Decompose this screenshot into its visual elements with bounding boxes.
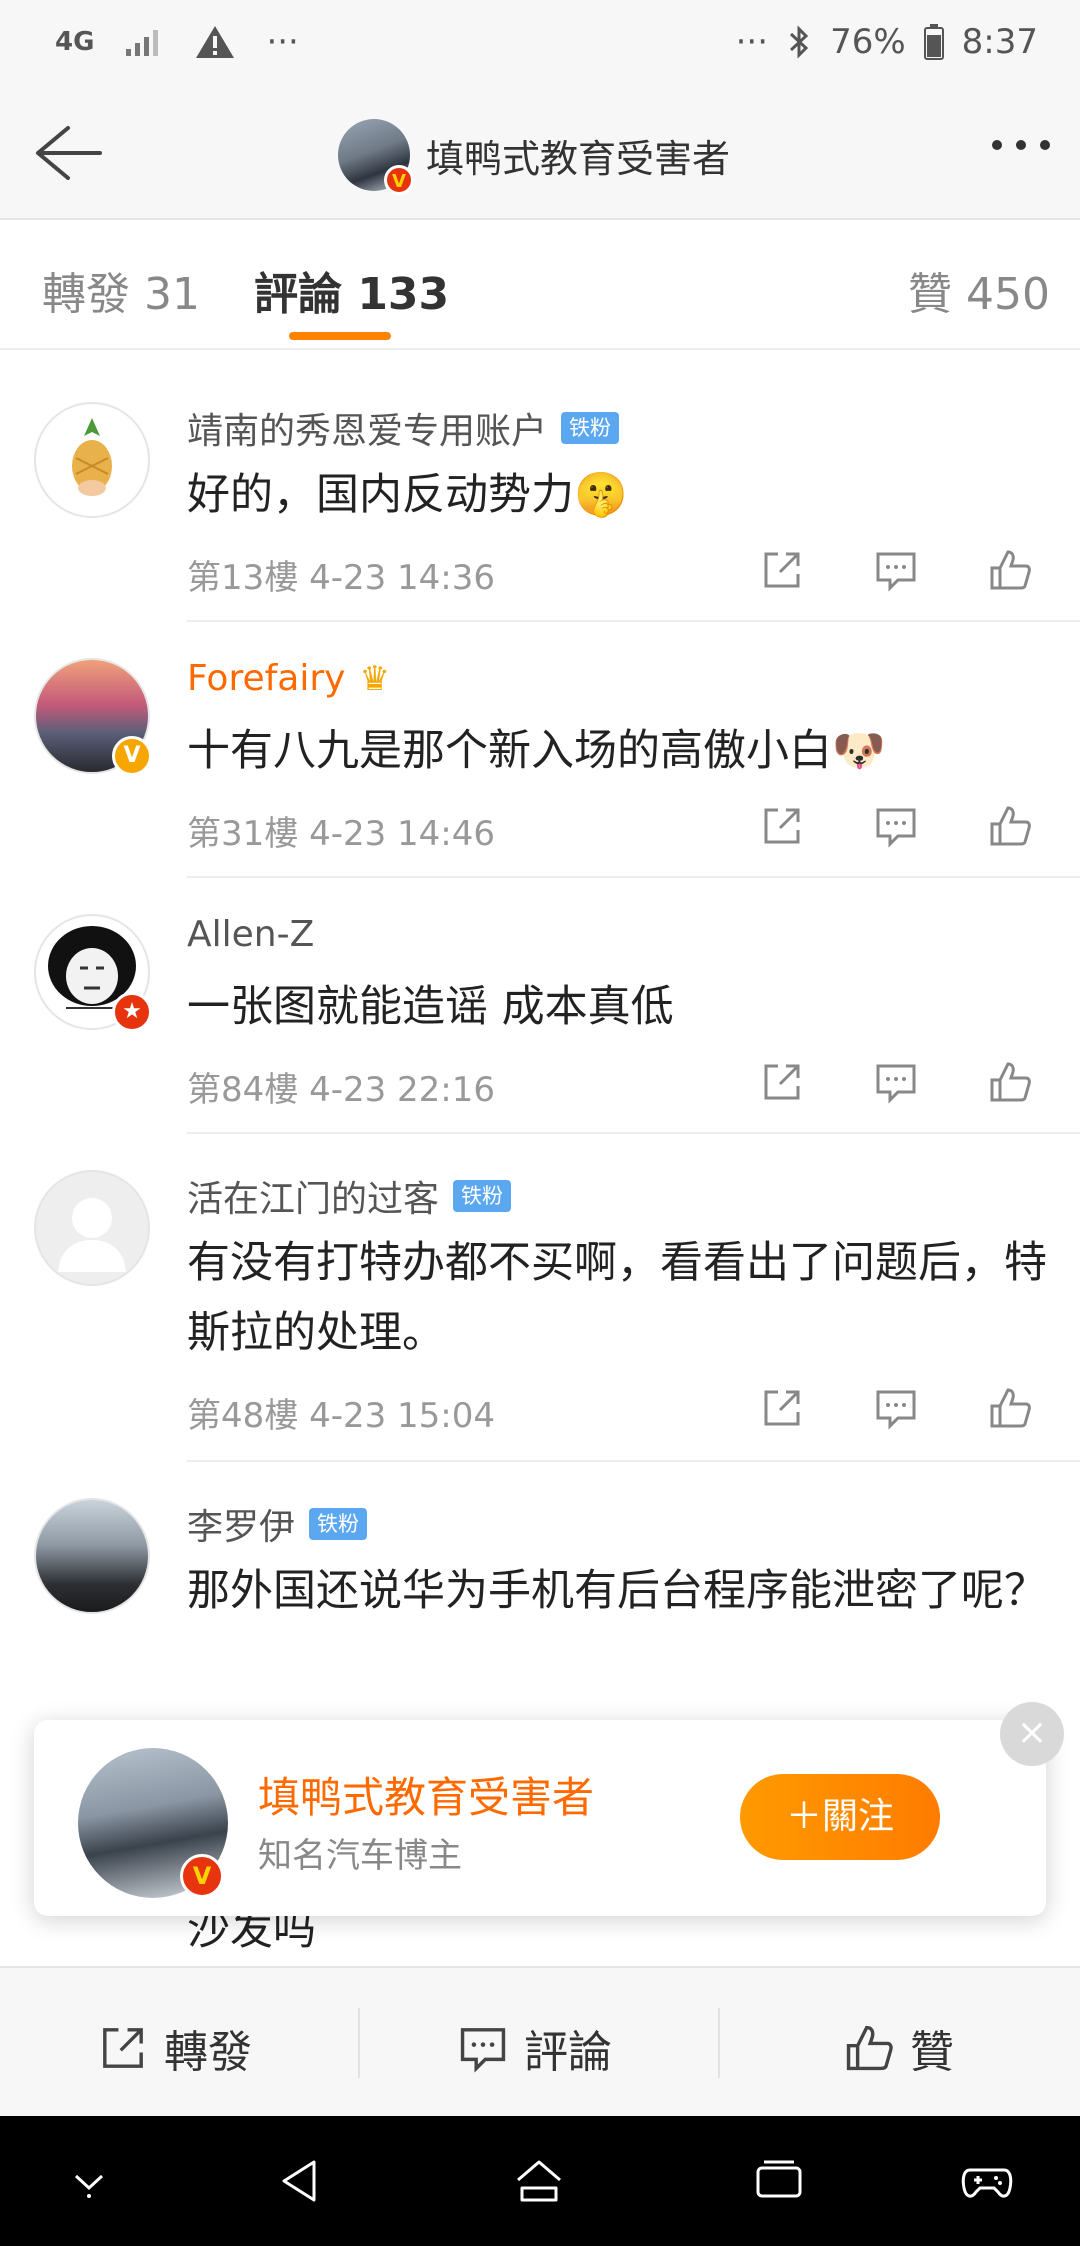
system-navigation-bar [0, 2116, 1080, 2246]
header-title: 填鸭式教育受害者 [426, 136, 731, 181]
comment-text: 十有八九是那个新入场的高傲小白🐶 [187, 726, 886, 776]
comment-avatar[interactable] [34, 1170, 150, 1286]
follow-button[interactable]: ＋關注 [740, 1774, 940, 1860]
comment-avatar[interactable]: V [34, 658, 152, 776]
share-icon[interactable] [760, 804, 804, 848]
comment-username[interactable]: 李罗伊 [187, 1498, 295, 1550]
comment-meta: 第48樓 4-23 15:04 [187, 1396, 496, 1436]
comment-avatar[interactable] [34, 1498, 150, 1614]
tab-comments[interactable]: 評論 133 [254, 258, 449, 322]
verified-badge-icon: ★ [112, 992, 152, 1032]
battery-icon [923, 24, 944, 60]
status-more-left: ··· [266, 22, 299, 62]
default-user-avatar-icon [58, 1198, 126, 1272]
status-bar: 4G ··· ··· 76% 8:37 [0, 0, 1080, 88]
comment-username[interactable]: Forefairy [187, 658, 345, 699]
pineapple-avatar-icon [72, 418, 112, 496]
close-icon[interactable]: × [1000, 1702, 1064, 1766]
divider [187, 876, 1080, 878]
like-icon [846, 2025, 893, 2071]
tab-likes[interactable]: 贊 450 [908, 258, 1050, 322]
comment-username[interactable]: Allen-Z [187, 914, 314, 955]
home-icon[interactable] [512, 2154, 566, 2208]
verified-badge-icon: V [112, 736, 152, 776]
card-description: 知名汽车博主 [258, 1836, 462, 1876]
like-icon[interactable] [988, 804, 1032, 848]
like-label: 贊 [910, 2027, 954, 2078]
card-avatar[interactable]: V [78, 1748, 228, 1898]
recent-apps-icon[interactable] [752, 2154, 806, 2208]
header-user[interactable]: V 填鸭式教育受害者 [338, 118, 731, 195]
like-icon[interactable] [988, 548, 1032, 592]
share-icon [103, 2028, 143, 2068]
comment-meta: 第84樓 4-23 22:16 [187, 1070, 496, 1110]
share-icon[interactable] [760, 1386, 804, 1430]
header-avatar[interactable]: V [338, 119, 414, 195]
divider [187, 1132, 1080, 1134]
signal-icon [126, 30, 159, 56]
comment-username[interactable]: 活在江门的过客 [187, 1170, 439, 1222]
back-triangle-icon[interactable] [274, 2154, 328, 2208]
card-username[interactable]: 填鸭式教育受害者 [258, 1764, 594, 1825]
reply-icon[interactable] [874, 1386, 918, 1430]
like-button[interactable]: 贊 [844, 2016, 954, 2080]
divider [187, 1460, 1080, 1462]
comment-avatar[interactable]: ★ [34, 914, 152, 1032]
comment-meta: 第31樓 4-23 14:46 [187, 814, 496, 854]
comment-icon [460, 2028, 506, 2073]
battery-percent: 76% [830, 22, 906, 62]
gamepad-icon[interactable] [960, 2154, 1014, 2208]
clock: 8:37 [961, 22, 1038, 62]
verified-badge-icon: V [384, 165, 414, 195]
reply-icon[interactable] [874, 1060, 918, 1104]
chevron-down-icon[interactable] [62, 2154, 116, 2208]
back-arrow-icon[interactable] [26, 118, 106, 188]
reply-icon[interactable] [874, 804, 918, 848]
comment-username[interactable]: 靖南的秀恩爱专用账户 [187, 402, 547, 454]
reply-icon[interactable] [874, 548, 918, 592]
like-icon[interactable] [988, 1060, 1032, 1104]
divider [718, 2008, 720, 2078]
comment-meta: 第13樓 4-23 14:36 [187, 558, 496, 598]
share-icon[interactable] [760, 548, 804, 592]
tab-reposts[interactable]: 轉發 31 [42, 258, 200, 322]
fan-badge: 铁粉 [453, 1180, 512, 1212]
bottom-action-bar: 轉發 評論 贊 [0, 1966, 1080, 2118]
divider [358, 2008, 360, 2078]
active-tab-indicator [289, 332, 391, 340]
comment-text: 有没有打特办都不买啊，看看出了问题后，特斯拉的处理。 [187, 1238, 1047, 1358]
repost-label: 轉發 [164, 2027, 252, 2078]
like-icon[interactable] [988, 1386, 1032, 1430]
more-options-icon[interactable] [992, 140, 1050, 150]
warning-icon [196, 26, 235, 58]
follow-suggestion-card: V 填鸭式教育受害者 知名汽车博主 ＋關注 × [34, 1702, 1064, 1916]
bluetooth-icon [790, 25, 809, 59]
crown-icon: ♛ [359, 658, 390, 699]
verified-badge-icon: V [180, 1854, 224, 1898]
comment-text: 好的，国内反动势力🤫 [187, 470, 628, 520]
fan-badge: 铁粉 [561, 412, 620, 444]
status-more-right: ··· [735, 22, 769, 62]
top-navigation: V 填鸭式教育受害者 [0, 88, 1080, 220]
comment-text: 一张图就能造谣 成本真低 [187, 982, 674, 1032]
network-type: 4G [55, 27, 95, 57]
share-icon[interactable] [760, 1060, 804, 1104]
divider [187, 620, 1080, 622]
fan-badge: 铁粉 [309, 1508, 368, 1540]
comment-avatar[interactable] [34, 402, 150, 518]
tab-bar: 轉發 31 評論 133 贊 450 [0, 220, 1080, 350]
repost-button[interactable]: 轉發 [98, 2016, 252, 2080]
comment-label: 評論 [524, 2027, 612, 2078]
comment-button[interactable]: 評論 [458, 2016, 612, 2080]
comment-text: 那外国还说华为手机有后台程序能泄密了呢？ [187, 1566, 1047, 1616]
